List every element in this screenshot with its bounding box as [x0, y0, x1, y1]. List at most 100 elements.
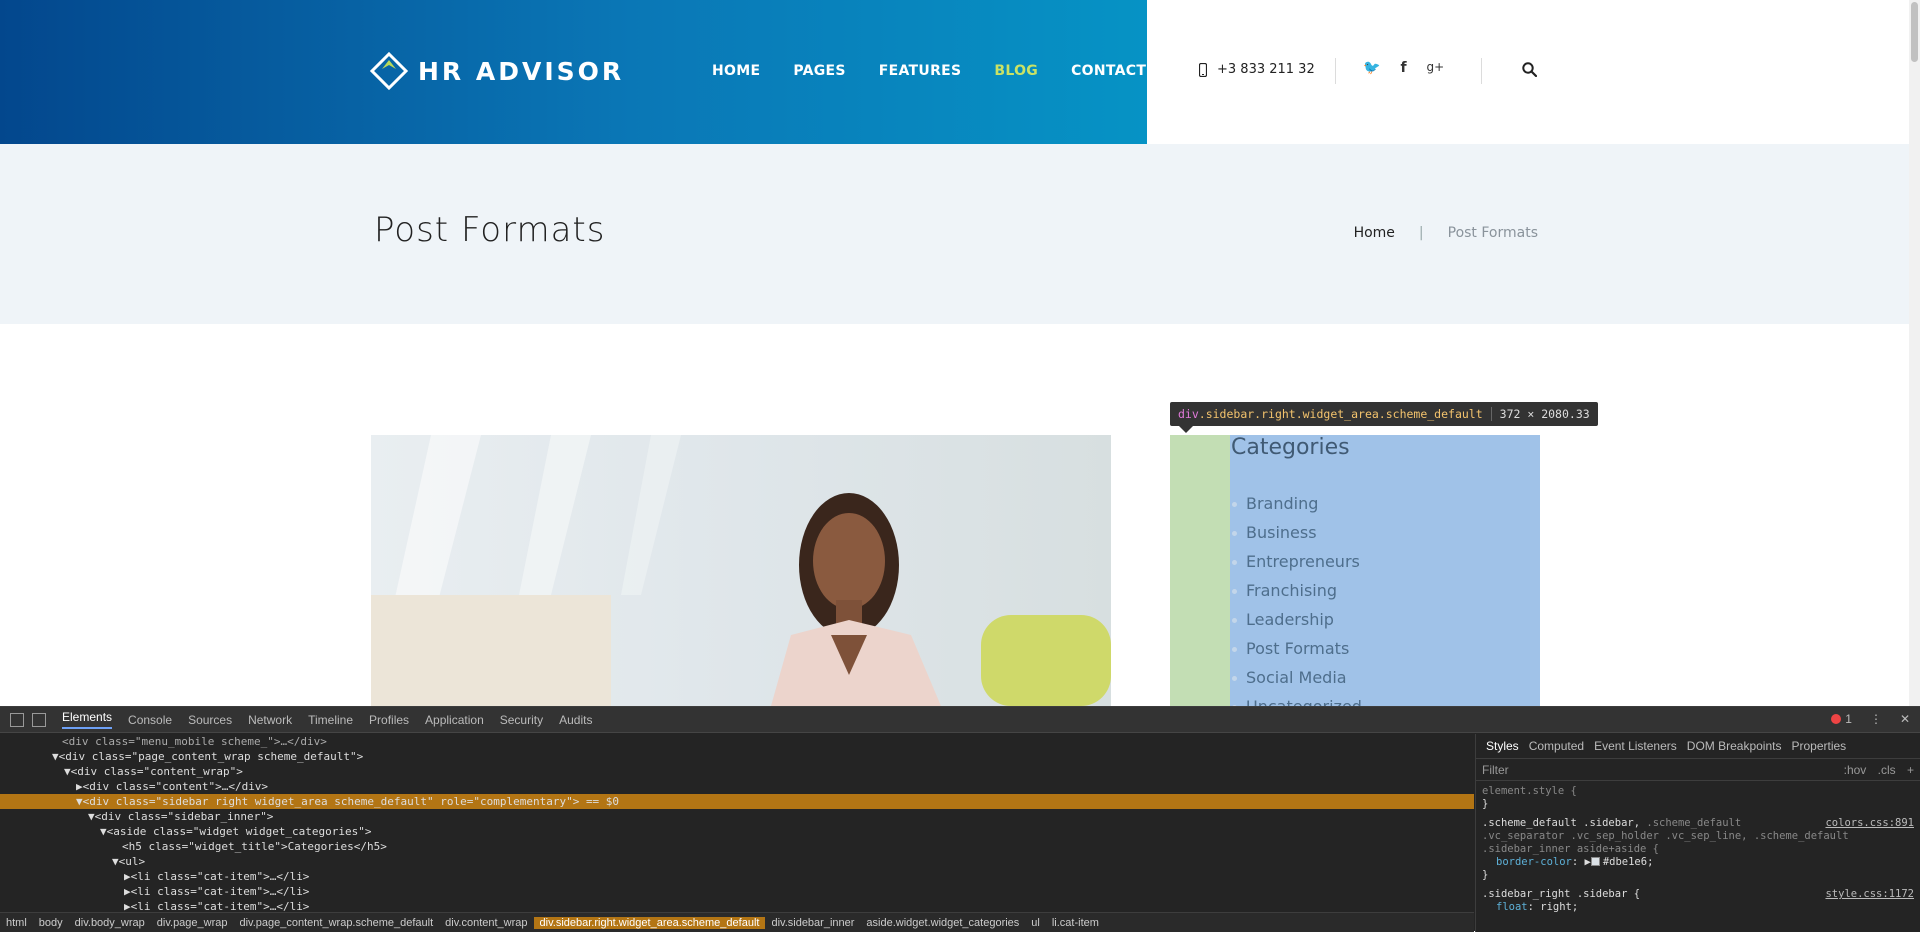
logo-text: HR ADVISOR — [418, 56, 625, 86]
list-item[interactable]: Social Media — [1232, 668, 1362, 697]
header-banner: HR ADVISOR HOME PAGES FEATURES BLOG CONT… — [0, 0, 1156, 144]
list-item[interactable]: Leadership — [1232, 610, 1362, 639]
tree-node[interactable]: ▼<div class="page_content_wrap scheme_de… — [0, 749, 1474, 764]
tab-timeline[interactable]: Timeline — [308, 713, 353, 727]
tree-node[interactable]: ▼<aside class="widget widget_categories"… — [0, 824, 1474, 839]
scrollbar-thumb[interactable] — [1911, 2, 1918, 62]
tab-security[interactable]: Security — [500, 713, 543, 727]
devtools-tabbar: Elements Console Sources Network Timelin… — [0, 707, 1920, 733]
source-link[interactable]: style.css:1172 — [1825, 888, 1914, 901]
elements-tree[interactable]: <div class="menu_mobile scheme_">…</div>… — [0, 734, 1474, 918]
rule-line: .sidebar_inner aside+aside { — [1482, 843, 1660, 855]
nav-features[interactable]: FEATURES — [879, 63, 962, 79]
device-toolbar-icon[interactable] — [32, 712, 46, 727]
list-item[interactable]: Entrepreneurs — [1232, 552, 1362, 581]
tab-event-listeners[interactable]: Event Listeners — [1594, 739, 1677, 753]
devtools-panel: Elements Console Sources Network Timelin… — [0, 706, 1920, 932]
list-item[interactable]: Franchising — [1232, 581, 1362, 610]
inspect-element-icon[interactable] — [10, 712, 24, 727]
tree-node[interactable]: ▼<ul> — [0, 854, 1474, 869]
dom-crumb[interactable]: html — [0, 917, 33, 929]
rule-line: .scheme_default .sidebar, .scheme_defaul… — [1482, 817, 1914, 830]
tab-elements[interactable]: Elements — [62, 710, 113, 729]
more-options-icon[interactable]: ⋮ — [1870, 712, 1882, 726]
rule-line: } — [1482, 798, 1489, 810]
bullet-icon — [1232, 502, 1237, 507]
rule-line: .sidebar_right .sidebar {style.css:1172 — [1482, 888, 1914, 901]
list-item[interactable]: Uncategorized — [1232, 697, 1362, 706]
error-count[interactable]: 1 — [1845, 712, 1852, 726]
browser-viewport: HR ADVISOR HOME PAGES FEATURES BLOG CONT… — [0, 0, 1920, 706]
styles-filter[interactable]: Filter :hov .cls + — [1476, 759, 1920, 781]
dom-crumb[interactable]: li.cat-item — [1046, 917, 1105, 929]
color-swatch[interactable] — [1590, 857, 1600, 866]
dom-crumb-selected[interactable]: div.sidebar.right.widget_area.scheme_def… — [533, 916, 766, 929]
tab-profiles[interactable]: Profiles — [369, 713, 409, 727]
dom-crumb[interactable]: div.content_wrap — [439, 917, 533, 929]
tree-node[interactable]: ▼<div class="sidebar_inner"> — [0, 809, 1474, 824]
phone-contact[interactable]: +3 833 211 32 — [1199, 62, 1315, 77]
cls-toggle[interactable]: .cls — [1878, 763, 1896, 777]
tree-node[interactable]: ▼<div class="content_wrap"> — [0, 764, 1474, 779]
list-item[interactable]: Business — [1232, 523, 1362, 552]
dom-crumb[interactable]: div.body_wrap — [69, 917, 151, 929]
twitter-icon[interactable]: 🐦 — [1363, 60, 1380, 76]
rule-line[interactable]: float: right; — [1482, 901, 1914, 914]
tab-dom-breakpoints[interactable]: DOM Breakpoints — [1687, 739, 1782, 753]
site-logo[interactable]: HR ADVISOR — [370, 52, 624, 90]
rule-line[interactable]: border-color: ▶ #dbe1e6; — [1482, 856, 1914, 869]
post-featured-image[interactable] — [371, 435, 1111, 706]
breadcrumb-separator: | — [1418, 225, 1424, 241]
dom-crumb[interactable]: div.sidebar_inner — [765, 917, 860, 929]
tree-node[interactable]: <h5 class="widget_title">Categories</h5> — [0, 839, 1474, 854]
bullet-icon — [1232, 618, 1237, 623]
header-divider — [1481, 58, 1482, 84]
dom-crumb[interactable]: aside.widget.widget_categories — [860, 917, 1025, 929]
tree-node[interactable]: ▶<li class="cat-item">…</li> — [0, 869, 1474, 884]
list-item[interactable]: Branding — [1232, 494, 1362, 523]
page-scrollbar[interactable] — [1909, 0, 1920, 706]
sidebar-padding-highlight — [1170, 435, 1230, 706]
tab-computed[interactable]: Computed — [1529, 739, 1584, 753]
tab-audits[interactable]: Audits — [559, 713, 592, 727]
tab-styles[interactable]: Styles — [1486, 739, 1519, 753]
tab-properties[interactable]: Properties — [1791, 739, 1846, 753]
dom-crumb[interactable]: body — [33, 917, 69, 929]
rule-line: } — [1482, 869, 1489, 881]
list-item[interactable]: Post Formats — [1232, 639, 1362, 668]
bullet-icon — [1232, 647, 1237, 652]
tab-application[interactable]: Application — [425, 713, 484, 727]
google-plus-icon[interactable]: g+ — [1427, 60, 1445, 76]
page-title-band: Post Formats Home | Post Formats — [0, 144, 1920, 324]
hov-toggle[interactable]: :hov — [1844, 763, 1867, 777]
style-rules[interactable]: element.style { } .scheme_default .sideb… — [1476, 781, 1920, 918]
tab-network[interactable]: Network — [248, 713, 292, 727]
bullet-icon — [1232, 676, 1237, 681]
bullet-icon — [1232, 589, 1237, 594]
nav-contacts[interactable]: CONTACTS — [1071, 63, 1157, 79]
tab-sources[interactable]: Sources — [188, 713, 232, 727]
search-icon[interactable] — [1522, 62, 1538, 82]
tab-console[interactable]: Console — [128, 713, 172, 727]
styles-tabbar: Styles Computed Event Listeners DOM Brea… — [1476, 734, 1920, 759]
facebook-icon[interactable]: f — [1400, 60, 1406, 76]
nav-blog[interactable]: BLOG — [994, 63, 1038, 79]
main-nav: HOME PAGES FEATURES BLOG CONTACTS — [712, 63, 1190, 79]
dom-crumb[interactable]: div.page_wrap — [151, 917, 234, 929]
dom-crumb[interactable]: div.page_content_wrap.scheme_default — [234, 917, 440, 929]
add-rule-button[interactable]: + — [1907, 763, 1914, 777]
filter-input[interactable]: Filter — [1482, 763, 1509, 777]
dom-crumb[interactable]: ul — [1025, 917, 1046, 929]
tree-node-selected[interactable]: ▼<div class="sidebar right widget_area s… — [0, 794, 1474, 809]
tree-node[interactable]: ▶<div class="content">…</div> — [0, 779, 1474, 794]
close-icon[interactable]: ✕ — [1900, 712, 1910, 726]
widget-title: Categories — [1231, 435, 1350, 460]
nav-home[interactable]: HOME — [712, 63, 760, 79]
nav-pages[interactable]: PAGES — [793, 63, 845, 79]
devtools-controls: 1 ⋮ ✕ — [1831, 712, 1910, 726]
tree-node[interactable]: ▶<li class="cat-item">…</li> — [0, 884, 1474, 899]
error-icon[interactable] — [1831, 714, 1842, 724]
source-link[interactable]: colors.css:891 — [1825, 817, 1914, 830]
breadcrumb-home[interactable]: Home — [1354, 225, 1395, 241]
tree-node[interactable]: <div class="menu_mobile scheme_">…</div> — [0, 734, 1474, 749]
